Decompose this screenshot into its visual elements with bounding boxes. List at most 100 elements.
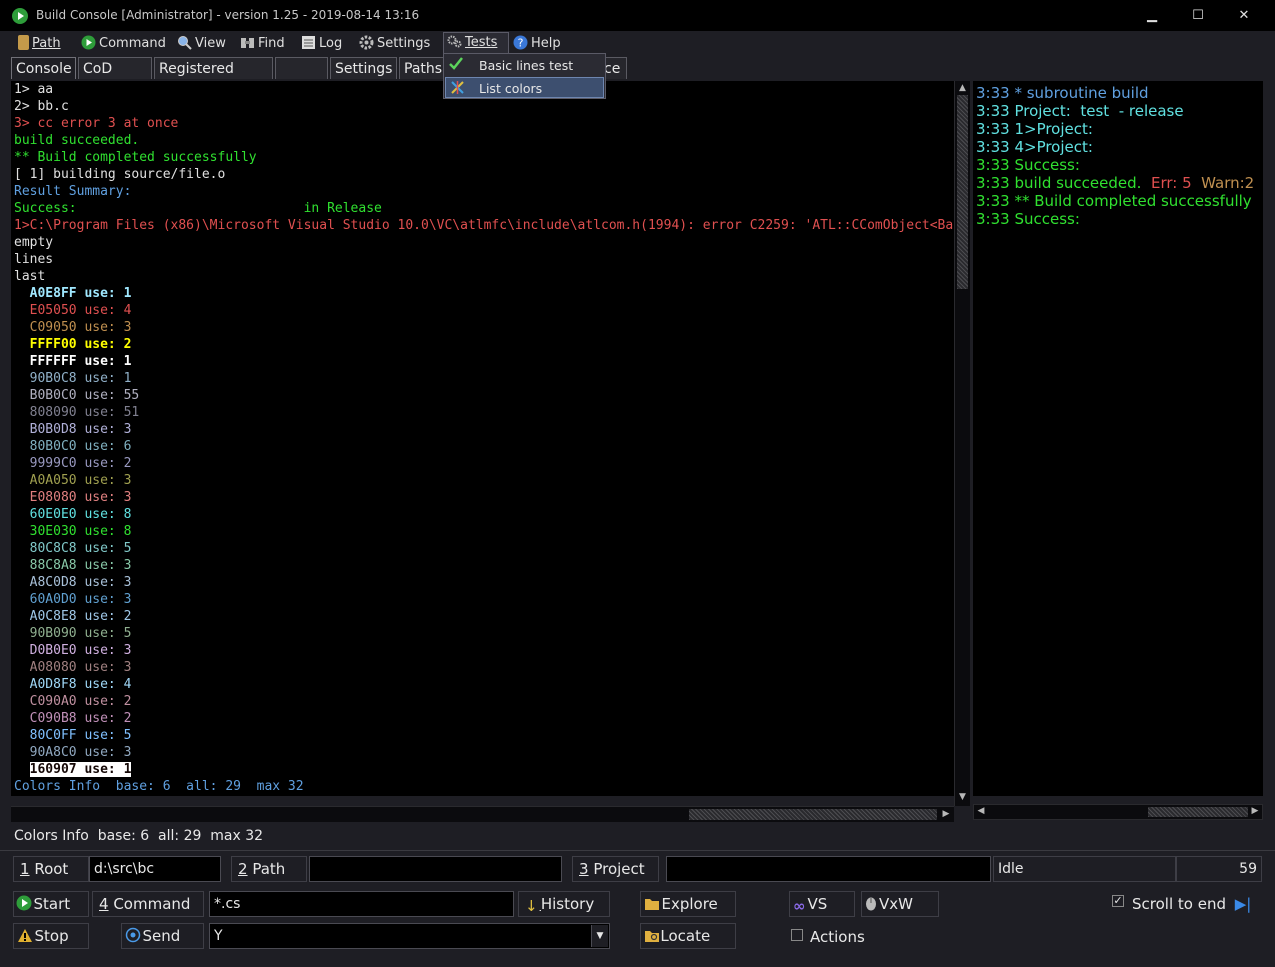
console-line: C090B8 use: 2 xyxy=(14,711,132,726)
start-icon xyxy=(16,894,32,918)
build-summary-panel[interactable]: 3:33 * subroutine build 3:33 Project: tes… xyxy=(973,81,1263,796)
root-button[interactable]: 1 Root xyxy=(13,856,89,882)
console-horizontal-scrollbar[interactable]: ▶ xyxy=(11,806,954,822)
console-line: last xyxy=(14,269,46,284)
vxw-button[interactable]: VxW xyxy=(861,891,939,917)
menu-settings[interactable]: Settings xyxy=(359,34,430,54)
menu-path[interactable]: Path xyxy=(18,34,61,54)
menu-find[interactable]: Find xyxy=(240,34,285,54)
minimize-button[interactable]: ▁ xyxy=(1130,2,1174,30)
scroll-to-end-checkbox[interactable]: ✓ xyxy=(1112,895,1124,907)
send-button[interactable]: SSend xyxy=(121,923,204,949)
menu-command-label: Command xyxy=(99,36,166,51)
state-label: Idle xyxy=(993,856,1176,882)
project-field[interactable] xyxy=(666,856,991,882)
summary-scroll-right-arrow-icon[interactable]: ▶ xyxy=(1250,806,1260,816)
locate-button[interactable]: LLocate xyxy=(640,923,736,949)
summary-hscroll-thumb[interactable] xyxy=(1148,807,1248,817)
command-button[interactable]: 4 Command xyxy=(92,891,204,917)
scroll-thumb[interactable] xyxy=(957,95,968,289)
root-field[interactable]: d:\src\bc xyxy=(89,856,221,882)
menu-help[interactable]: ? Help xyxy=(513,34,561,54)
scroll-up-arrow-icon[interactable]: ▲ xyxy=(955,83,970,93)
console-line: 808090 use: 51 xyxy=(14,405,140,420)
menu-item-label: Basic lines test xyxy=(479,58,574,73)
tab-empty[interactable] xyxy=(275,57,328,79)
tests-dropdown-menu: Basic lines test List colors xyxy=(443,53,606,99)
menu-item-list-colors[interactable]: List colors xyxy=(445,77,604,98)
path-button[interactable]: 2 Path xyxy=(231,856,307,882)
console-line: A0D8F8 use: 4 xyxy=(14,677,132,692)
console-line: E08080 use: 3 xyxy=(14,490,132,505)
mouse-icon xyxy=(865,894,877,918)
scroll-right-arrow-icon[interactable]: ▶ xyxy=(940,809,952,819)
summary-line: 3:33 Project: test - release xyxy=(976,102,1184,120)
infinity-icon: ∞ xyxy=(793,897,806,915)
vxw-label: VxW xyxy=(879,895,913,913)
scroll-left-arrow-icon[interactable]: ◀ xyxy=(976,806,986,816)
send-value: Y xyxy=(214,928,223,944)
path-hotkey: 2 xyxy=(238,860,248,878)
path-icon xyxy=(18,35,29,50)
summary-text: 3:33 build succeeded. xyxy=(976,174,1151,192)
console-line: 60A0D0 use: 3 xyxy=(14,592,132,607)
scroll-down-arrow-icon[interactable]: ▼ xyxy=(955,792,970,802)
console-line: Result Summary: xyxy=(14,184,132,199)
tab-paths[interactable]: Paths xyxy=(399,57,447,79)
summary-horizontal-scrollbar[interactable]: ◀ ▶ xyxy=(973,804,1263,820)
menu-help-label: Help xyxy=(531,36,561,51)
summary-text: 3:33 1>Project: xyxy=(976,120,1093,138)
status-line: Colors Info base: 6 all: 29 max 32 xyxy=(14,828,264,844)
console-line: B0B0D8 use: 3 xyxy=(14,422,132,437)
warning-icon xyxy=(17,926,33,950)
vs-button[interactable]: ∞ VS xyxy=(789,891,855,917)
checkmark-icon xyxy=(448,55,464,77)
hscroll-thumb[interactable] xyxy=(689,809,937,820)
send-combobox[interactable]: Y ▼ xyxy=(209,923,610,949)
menu-log[interactable]: Log xyxy=(301,34,342,54)
console-vertical-scrollbar[interactable]: ▲ ▼ xyxy=(954,81,970,806)
tab-cod-help[interactable]: CoD Help xyxy=(78,57,152,99)
history-button[interactable]: ↓HHistory xyxy=(518,891,610,917)
console-line: 80B0C0 use: 6 xyxy=(14,439,132,454)
console-line: FFFF00 use: 2 xyxy=(14,337,132,352)
console-line: A0E8FF use: 1 xyxy=(14,286,132,301)
project-hotkey: 3 xyxy=(579,860,589,878)
folder-search-icon xyxy=(644,926,660,950)
tab-settings[interactable]: Settings xyxy=(330,57,397,79)
menu-tests[interactable]: Tests xyxy=(443,32,509,55)
summary-line: 3:33 Success: xyxy=(976,210,1080,228)
maximize-button[interactable]: ☐ xyxy=(1176,2,1220,30)
command-field[interactable]: *.cs xyxy=(209,891,514,917)
menu-view[interactable]: View xyxy=(177,34,226,54)
console-output[interactable]: 1> aa 2> bb.c 3> cc error 3 at once build s… xyxy=(11,81,954,796)
menu-item-basic-lines-test[interactable]: Basic lines test xyxy=(445,55,604,76)
explore-label: Explore xyxy=(661,895,718,913)
menu-path-label: Path xyxy=(32,36,61,51)
tab-registered-dlls[interactable]: Registered DLLs xyxy=(154,57,273,99)
console-line: 1> aa xyxy=(14,82,54,97)
summary-text: Warn:2 xyxy=(1201,174,1255,192)
menu-item-label: List colors xyxy=(479,81,543,96)
stop-button[interactable]: SStop xyxy=(13,923,89,949)
gear-icon xyxy=(359,35,374,50)
help-icon: ? xyxy=(513,35,528,50)
menu-tests-label: Tests xyxy=(465,35,498,50)
menu-command[interactable]: Command xyxy=(81,34,166,54)
history-label: History xyxy=(540,895,595,913)
close-button[interactable]: ✕ xyxy=(1222,2,1266,30)
path-field[interactable] xyxy=(309,856,562,882)
project-button[interactable]: 3 Project xyxy=(572,856,659,882)
actions-checkbox[interactable] xyxy=(791,929,803,941)
tab-console[interactable]: Console xyxy=(11,57,76,79)
explore-button[interactable]: EExplore xyxy=(640,891,736,917)
chevron-down-icon[interactable]: ▼ xyxy=(591,925,608,947)
arrow-down-icon: ↓ xyxy=(525,897,538,915)
highlighted-text: 160907 use: 1 xyxy=(29,762,132,777)
summary-text: 3:33 Project: test - release xyxy=(976,102,1184,120)
console-line: [ 1] building source/file.o xyxy=(14,167,226,182)
console-line: A8C0D8 use: 3 xyxy=(14,575,132,590)
start-button[interactable]: SStart xyxy=(13,891,89,917)
root-label: Root xyxy=(34,860,69,878)
colors-icon xyxy=(450,80,465,101)
